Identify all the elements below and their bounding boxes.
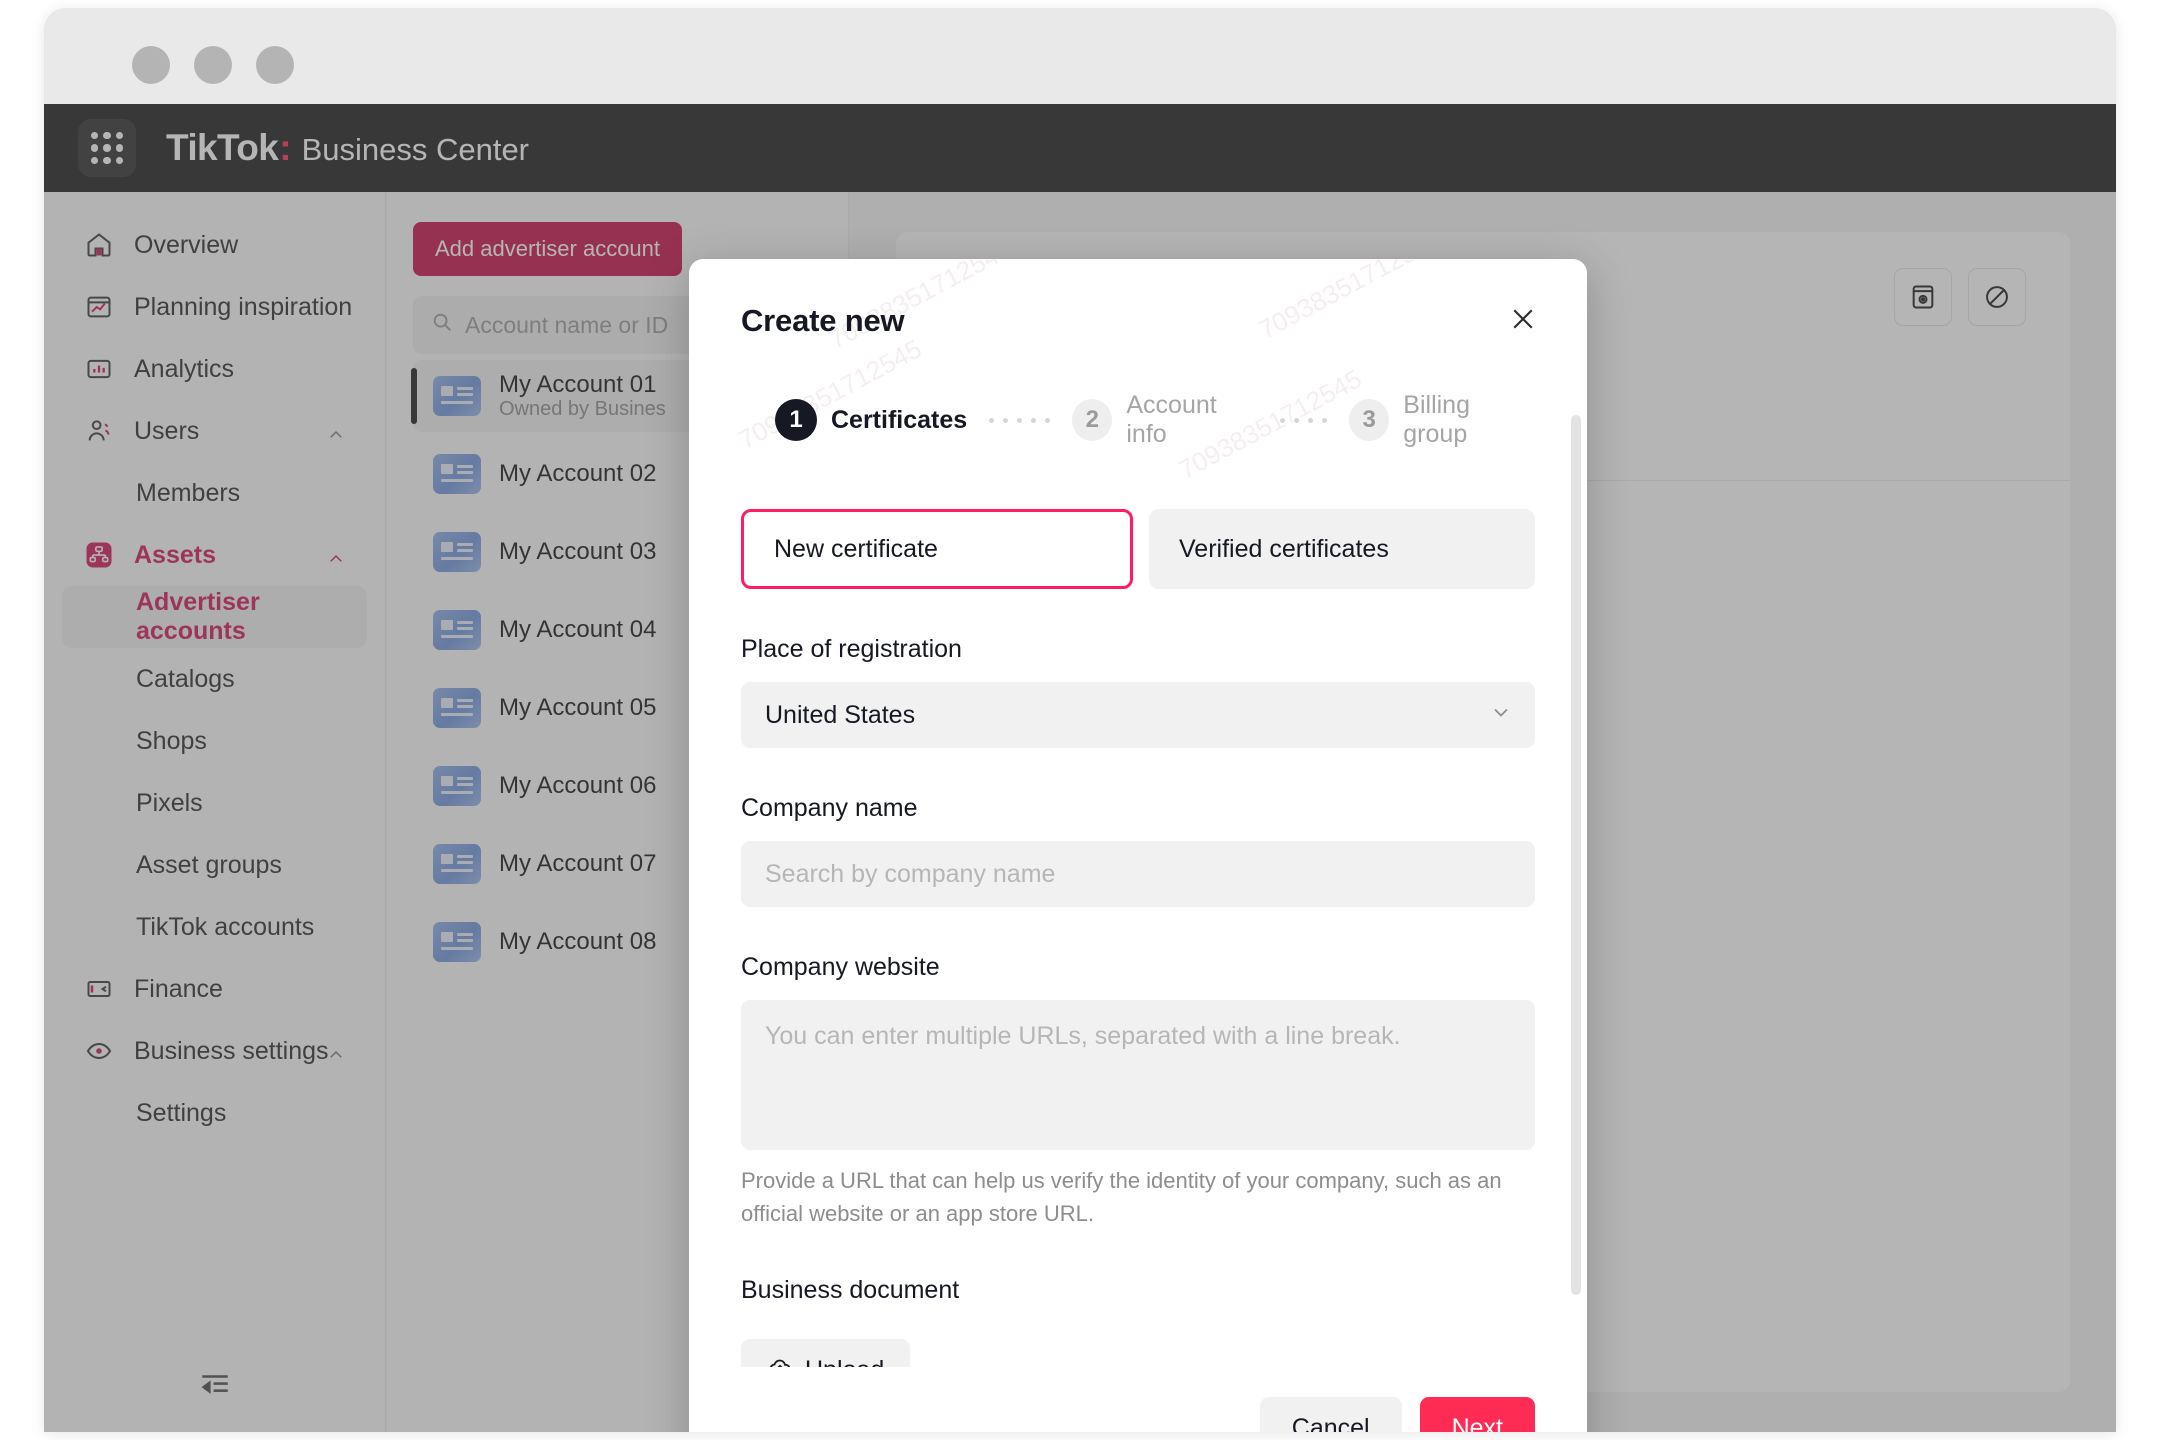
company-website-label: Company website — [741, 953, 940, 981]
tab-new-certificate[interactable]: New certificate — [741, 509, 1133, 589]
window-maximize-dot[interactable] — [256, 46, 294, 84]
close-icon[interactable] — [1503, 299, 1543, 339]
tab-verified-certificates[interactable]: Verified certificates — [1149, 509, 1535, 589]
company-name-input[interactable]: Search by company name — [741, 841, 1535, 907]
chevron-down-icon — [1489, 700, 1513, 731]
step-account-info[interactable]: 2 Account info — [1072, 391, 1258, 449]
step-number: 1 — [775, 399, 817, 441]
place-of-registration-select[interactable]: United States — [741, 682, 1535, 748]
modal-footer: Cancel Next — [689, 1367, 1587, 1432]
step-connector-dots — [989, 417, 1051, 423]
create-new-modal: 70938351712545 70938351712545 7093835171… — [689, 259, 1587, 1432]
modal-body: New certificate Verified certificates Pl… — [689, 509, 1587, 1367]
company-website-placeholder: You can enter multiple URLs, separated w… — [765, 1022, 1401, 1050]
step-connector-dots — [1280, 417, 1328, 423]
cloud-upload-icon — [767, 1354, 793, 1367]
step-billing-group[interactable]: 3 Billing group — [1349, 391, 1535, 449]
app-canvas: TikTok : Business Center Overview Planni… — [44, 104, 2116, 1432]
upload-button[interactable]: Upload — [741, 1339, 911, 1368]
modal-header: Create new 1 Certificates 2 Account info — [689, 259, 1587, 449]
window-minimize-dot[interactable] — [194, 46, 232, 84]
window-titlebar — [44, 8, 2116, 104]
step-certificates[interactable]: 1 Certificates — [775, 399, 967, 441]
company-name-label: Company name — [741, 794, 918, 822]
place-of-registration-label: Place of registration — [741, 635, 962, 663]
step-number: 2 — [1072, 399, 1113, 441]
company-website-textarea[interactable]: You can enter multiple URLs, separated w… — [741, 1000, 1535, 1150]
step-label: Certificates — [831, 405, 968, 434]
step-indicator: 1 Certificates 2 Account info 3 Billing … — [775, 391, 1535, 449]
upload-button-label: Upload — [805, 1356, 884, 1368]
window-close-dot[interactable] — [132, 46, 170, 84]
cancel-button[interactable]: Cancel — [1259, 1397, 1402, 1432]
browser-window: TikTok : Business Center Overview Planni… — [44, 8, 2116, 1432]
modal-title: Create new — [741, 303, 905, 338]
step-number: 3 — [1349, 399, 1390, 441]
company-name-placeholder: Search by company name — [765, 859, 1056, 888]
step-label: Billing group — [1403, 391, 1470, 448]
business-document-label: Business document — [741, 1276, 960, 1304]
company-website-helper-text: Provide a URL that can help us verify th… — [741, 1168, 1502, 1226]
step-label: Account info — [1126, 391, 1217, 448]
modal-scrollbar[interactable] — [1571, 415, 1581, 1295]
next-button[interactable]: Next — [1419, 1397, 1535, 1432]
place-of-registration-value: United States — [765, 700, 916, 729]
certificate-type-segmented-control: New certificate Verified certificates — [741, 509, 1535, 589]
